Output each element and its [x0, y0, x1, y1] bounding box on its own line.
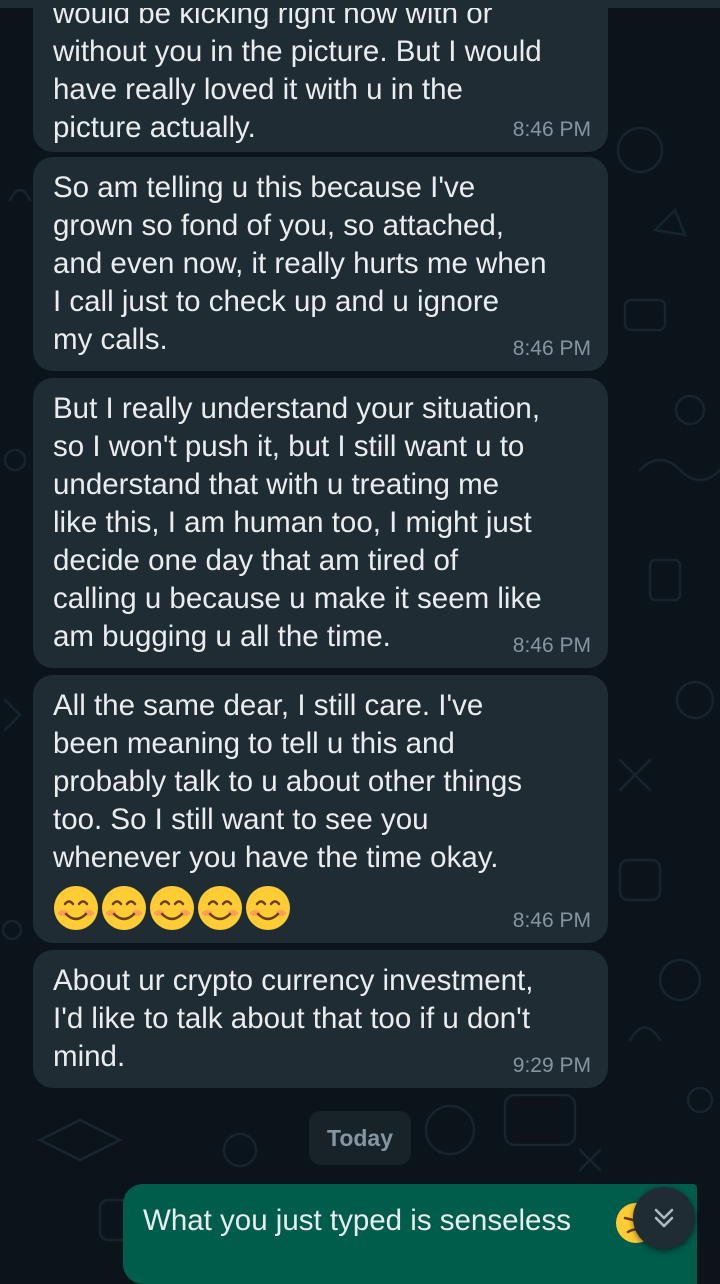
message-text: would be kicking right now with or witho…	[53, 0, 542, 144]
message-text: What you just typed is senseless	[143, 1204, 571, 1237]
smiling-face-emoji	[246, 886, 290, 930]
message-text: So am telling u this because I've grown …	[53, 171, 547, 356]
message-time: 8:46 PM	[512, 909, 591, 932]
incoming-message[interactable]: About ur crypto currency investment, I'd…	[33, 950, 608, 1088]
message-text: But I really understand your situation, …	[53, 392, 542, 653]
smiling-face-emoji	[150, 886, 194, 930]
incoming-message[interactable]: So am telling u this because I've grown …	[33, 157, 608, 371]
smiling-face-emoji	[54, 886, 98, 930]
smiling-face-emoji	[102, 886, 146, 930]
outgoing-message[interactable]: What you just typed is senseless	[123, 1184, 697, 1284]
emoji-row	[53, 885, 590, 931]
message-time: 9:29 PM	[512, 1054, 591, 1077]
incoming-message[interactable]: All the same dear, I still care. I've be…	[33, 675, 608, 943]
message-text: About ur crypto currency investment, I'd…	[53, 964, 534, 1073]
header-edge	[0, 0, 720, 8]
smiling-face-emoji	[198, 886, 242, 930]
message-time: 8:46 PM	[512, 118, 591, 141]
date-divider: Today	[309, 1111, 411, 1165]
message-time: 8:46 PM	[512, 337, 591, 360]
message-list[interactable]: would be kicking right now with or witho…	[0, 0, 720, 1284]
message-text: All the same dear, I still care. I've be…	[53, 689, 523, 874]
incoming-message[interactable]: But I really understand your situation, …	[33, 378, 608, 668]
scroll-to-bottom-button[interactable]	[633, 1187, 695, 1249]
incoming-message[interactable]: would be kicking right now with or witho…	[33, 0, 608, 152]
double-chevron-down-icon	[654, 1208, 674, 1228]
message-time: 8:46 PM	[512, 634, 591, 657]
